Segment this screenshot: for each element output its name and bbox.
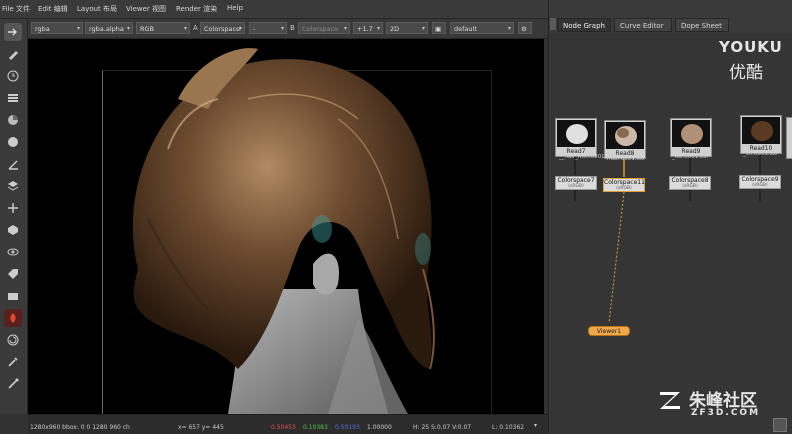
- chevron-down-icon: ▾: [126, 25, 130, 32]
- tab-curve-editor[interactable]: Curve Editor: [614, 18, 672, 32]
- chevron-down-icon: ▾: [343, 25, 347, 32]
- hair-render-image: [132, 48, 435, 414]
- read-file-label: _sh.0001.exr: [743, 151, 779, 157]
- colorspace-node[interactable]: Colorspace11 (sRGB): [603, 178, 645, 192]
- pie-icon[interactable]: [4, 111, 22, 129]
- input-arrow-icon[interactable]: [4, 23, 22, 41]
- input-b-label: B: [290, 24, 295, 32]
- pixel-blue-value: 0.50193: [335, 424, 360, 431]
- pixel-luma-value: L: 0.10362: [492, 424, 525, 431]
- read-node[interactable]: Read8: [604, 120, 646, 159]
- chevron-down-icon: ▾: [183, 25, 187, 32]
- menu-viewer[interactable]: Viewer 视图: [126, 4, 166, 14]
- thumbnail-image: [672, 120, 710, 147]
- viewer-node[interactable]: Viewer1: [588, 326, 630, 336]
- resize-handle-icon[interactable]: [773, 418, 787, 432]
- tag-icon[interactable]: [4, 265, 22, 283]
- chevron-down-icon: ▾: [76, 25, 80, 32]
- lut-dropdown[interactable]: default ▾: [450, 22, 514, 34]
- chevron-down-icon: ▾: [238, 25, 242, 32]
- alpha-dropdown[interactable]: rgba.alpha ▾: [85, 22, 133, 34]
- chevron-down-icon[interactable]: ▾: [534, 422, 537, 429]
- youku-logo: YOUKU: [719, 38, 783, 56]
- thumbnail-image: [742, 117, 780, 144]
- site-url: ZF3D.COM: [691, 408, 761, 418]
- pencil-icon[interactable]: [4, 45, 22, 63]
- node-connections: [574, 155, 761, 324]
- resolution-info: 1280x960 bbox: 0 0 1280 960 ch: [30, 424, 130, 431]
- read-file-label: __hair_mth.0001: [559, 154, 605, 160]
- menu-help[interactable]: Help: [227, 4, 243, 12]
- wipe-dropdown[interactable]: - ▾: [249, 22, 287, 34]
- menu-render[interactable]: Render 渲染: [176, 4, 217, 14]
- save-icon[interactable]: ▣: [432, 22, 446, 34]
- eye-icon[interactable]: [4, 243, 22, 261]
- chevron-down-icon: ▾: [421, 25, 425, 32]
- panel-menu-icon[interactable]: [550, 18, 556, 30]
- menu-layout[interactable]: Layout 布局: [77, 4, 117, 14]
- input-a-dropdown[interactable]: Colorspace ▾: [200, 22, 245, 34]
- chevron-down-icon: ▾: [280, 25, 284, 32]
- pixel-red-value: 0.50453: [271, 424, 296, 431]
- zf3d-logo: [657, 388, 683, 412]
- menu-bar: File 文件 Edit 编辑 Layout 布局 Viewer 视图 Rend…: [0, 0, 548, 19]
- read-node-partial[interactable]: [786, 117, 792, 159]
- gain-dropdown[interactable]: +1.7 ▾: [353, 22, 383, 34]
- read-node[interactable]: Read10: [740, 115, 782, 154]
- pixel-alpha-value: 1.00000: [367, 424, 392, 431]
- read-file-label: _ise.0001.exr: [672, 154, 709, 160]
- node-graph-canvas[interactable]: Read7 __hair_mth.0001 Read8 nder.0001.ex…: [550, 33, 792, 433]
- thumbnail-image: [557, 120, 595, 147]
- chevron-down-icon: ▾: [376, 25, 380, 32]
- thumbnail-image: [606, 122, 644, 149]
- circle-icon[interactable]: [4, 133, 22, 151]
- read-node[interactable]: Read7: [555, 118, 597, 157]
- colorspace-node[interactable]: Colorspace7 (sRGB): [555, 176, 597, 190]
- menu-edit[interactable]: Edit 编辑: [38, 4, 68, 14]
- read-file-label: nder.0001.exr: [607, 156, 646, 162]
- menu-file[interactable]: File 文件: [2, 4, 30, 14]
- hexagon-icon[interactable]: [4, 221, 22, 239]
- input-a-label: A: [193, 24, 198, 32]
- list-icon[interactable]: [4, 89, 22, 107]
- colorspace-node[interactable]: Colorspace8 (sRGB): [669, 176, 711, 190]
- settings-icon[interactable]: ⚙: [518, 22, 532, 34]
- display-dropdown[interactable]: RGB ▾: [136, 22, 190, 34]
- tab-node-graph[interactable]: Node Graph: [557, 18, 611, 32]
- clock-icon[interactable]: [4, 67, 22, 85]
- brush-icon[interactable]: [4, 353, 22, 371]
- left-toolbar: [0, 19, 28, 414]
- youku-logo-cn: 优酷: [729, 63, 763, 83]
- viewer-canvas[interactable]: [28, 39, 544, 414]
- colorspace-node[interactable]: Colorspace9 (sRGB): [739, 175, 781, 189]
- read-node[interactable]: Read9: [670, 118, 712, 157]
- input-b-dropdown[interactable]: Colorspace ▾: [298, 22, 350, 34]
- angle-icon[interactable]: [4, 155, 22, 173]
- chevron-down-icon: ▾: [507, 25, 511, 32]
- view-mode-dropdown[interactable]: 2D ▾: [386, 22, 428, 34]
- flame-icon[interactable]: [4, 309, 22, 327]
- layers-icon[interactable]: [4, 177, 22, 195]
- pixel-green-value: 0.10383: [303, 424, 328, 431]
- cursor-coords: x= 657 y= 445: [178, 424, 224, 431]
- move-icon[interactable]: [4, 199, 22, 217]
- wand-icon[interactable]: [4, 375, 22, 393]
- box-icon[interactable]: [4, 287, 22, 305]
- viewer-status-bar: 1280x960 bbox: 0 0 1280 960 ch x= 657 y=…: [28, 414, 548, 434]
- pixel-hsv-value: H: 25 S:0.07 V:0.07: [413, 424, 472, 431]
- channels-dropdown[interactable]: rgba ▾: [31, 22, 83, 34]
- right-panel: Node Graph Curve Editor Dope Sheet Read7…: [548, 0, 792, 433]
- tab-dope-sheet[interactable]: Dope Sheet: [675, 18, 729, 32]
- spiral-icon[interactable]: [4, 331, 22, 349]
- viewer-toolbar: rgba ▾ rgba.alpha ▾ RGB ▾ A Colorspace ▾ - ▾ …: [28, 19, 548, 39]
